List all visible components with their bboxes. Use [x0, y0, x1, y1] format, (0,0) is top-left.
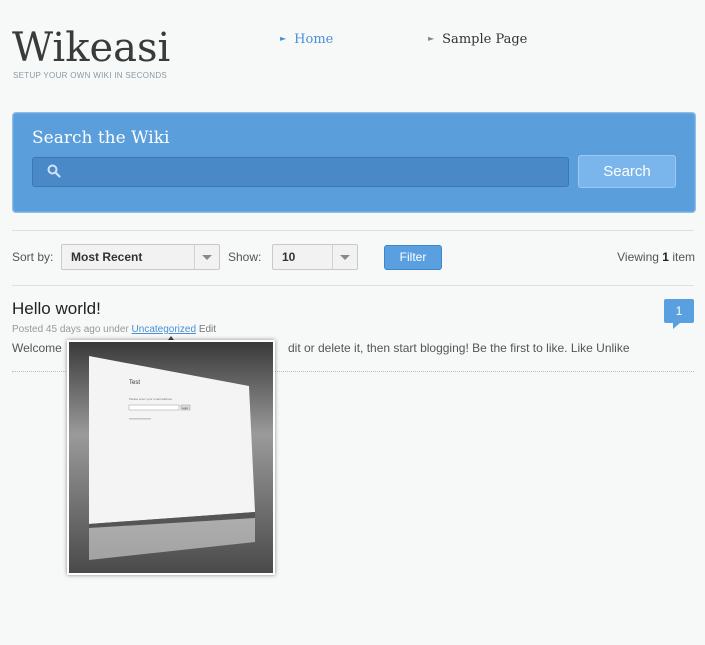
- preview-screen-illustration: Test Please enter your email address Log…: [89, 356, 255, 560]
- preview-login-label: Login: [182, 407, 189, 410]
- bullet-icon: ►: [280, 34, 287, 43]
- divider: [12, 285, 694, 286]
- preview-prompt: Please enter your email address: [129, 397, 173, 401]
- search-panel: Search the Wiki Search: [12, 112, 696, 213]
- preview-link: [129, 418, 151, 420]
- viewing-suffix: item: [672, 250, 695, 264]
- chevron-down-icon[interactable]: [194, 245, 219, 269]
- viewing-number: 1: [662, 250, 669, 264]
- category-link[interactable]: Uncategorized: [132, 324, 196, 335]
- preview-title: Test: [129, 380, 140, 386]
- site-tagline: SETUP YOUR OWN WIKI IN SECONDS: [13, 71, 168, 80]
- show-select-value: 10: [282, 250, 296, 264]
- search-icon: [47, 164, 61, 178]
- filter-button[interactable]: Filter: [384, 245, 442, 270]
- post-meta-prefix: Posted 45 days ago under: [12, 324, 129, 335]
- search-input[interactable]: [32, 157, 569, 187]
- bullet-icon: ►: [428, 34, 435, 43]
- divider: [12, 230, 694, 231]
- site-logo[interactable]: Wikeasi: [12, 26, 170, 70]
- show-select[interactable]: 10: [272, 244, 358, 270]
- post-meta: Posted 45 days ago under Uncategorized E…: [12, 324, 216, 335]
- nav-item-label: Sample Page: [442, 32, 528, 47]
- preview-email-field: [128, 404, 180, 411]
- comment-count-badge[interactable]: 1: [664, 299, 694, 329]
- search-button[interactable]: Search: [578, 155, 676, 188]
- image-preview-popup: Test Please enter your email address Log…: [67, 340, 275, 575]
- edit-link[interactable]: Edit: [199, 324, 216, 335]
- chevron-down-icon[interactable]: [332, 245, 357, 269]
- nav-item-sample-page[interactable]: ► Sample Page: [428, 32, 527, 47]
- post-title[interactable]: Hello world!: [12, 299, 101, 319]
- sort-label: Sort by:: [12, 250, 54, 264]
- viewing-count: Viewing 1 item: [617, 250, 695, 264]
- show-label: Show:: [228, 250, 262, 264]
- sort-select-value: Most Recent: [71, 250, 143, 264]
- post-excerpt: Welcome dit or delete it, then start blo…: [12, 341, 630, 355]
- nav-item-home[interactable]: ► Home: [280, 32, 333, 47]
- search-title: Search the Wiki: [32, 128, 170, 148]
- post-excerpt-start: Welcome: [12, 341, 62, 355]
- nav-item-label: Home: [294, 32, 334, 47]
- viewing-prefix: Viewing: [617, 250, 659, 264]
- preview-image: Test Please enter your email address Log…: [69, 342, 273, 573]
- post-excerpt-end: dit or delete it, then start blogging! B…: [288, 341, 630, 355]
- sort-select[interactable]: Most Recent: [61, 244, 220, 270]
